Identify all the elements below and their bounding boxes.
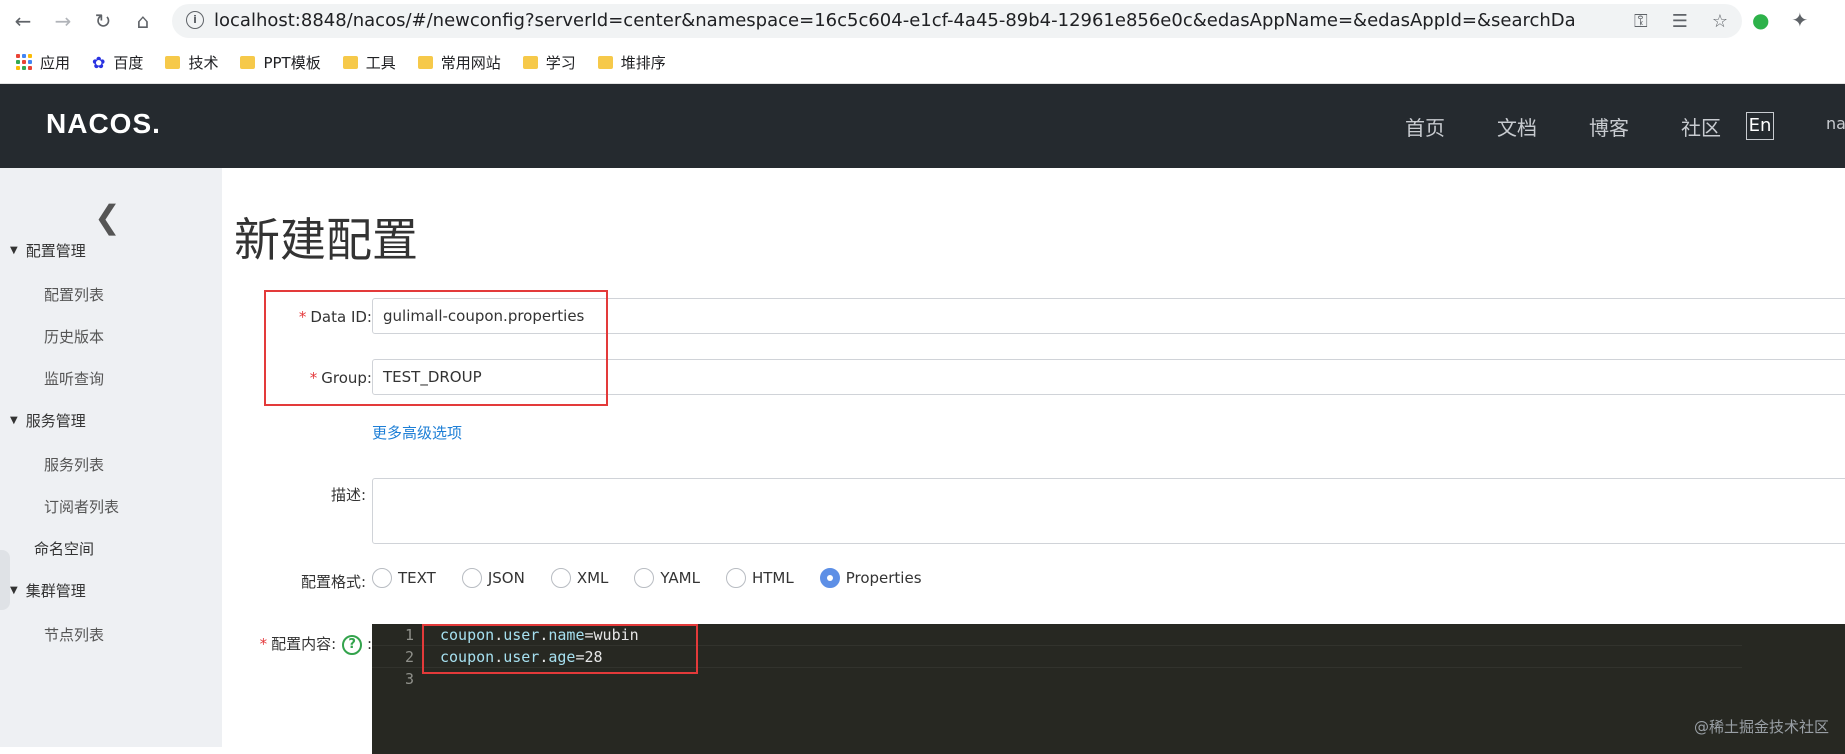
- bookmark-folder[interactable]: PPT模板: [240, 52, 321, 73]
- sidebar-group-label: 集群管理: [25, 582, 86, 600]
- sidebar-group-config[interactable]: ▼ 配置管理: [10, 240, 86, 261]
- format-label: 配置格式:: [300, 573, 366, 591]
- collapse-chevron-left-icon[interactable]: ❮: [94, 198, 121, 236]
- info-icon[interactable]: i: [186, 11, 204, 29]
- radio-circle[interactable]: [461, 568, 482, 588]
- format-radio-json[interactable]: JSON: [461, 568, 525, 588]
- app-header: NACOS. 首页 文档 博客 社区 En nac: [0, 84, 1845, 168]
- bookmarks-bar: 应用 ✿ 百度 技术 PPT模板 工具 常用网站 学习 堆排序: [0, 46, 666, 78]
- main-content: 新建配置 * Data ID: gulimall-coupon.propertie…: [222, 168, 1845, 754]
- sidebar: ❮ ▼ 配置管理 配置列表 历史版本 监听查询 ▼ 服务管理 服务列表 订阅者列…: [0, 168, 222, 747]
- code-editor[interactable]: 1 coupon.user.name=wubin 2 coupon.user.a…: [372, 624, 1845, 754]
- address-bar[interactable]: i localhost:8848/nacos/#/newconfig?serve…: [172, 4, 1742, 38]
- folder-icon: [240, 55, 256, 69]
- folder-icon: [417, 55, 433, 69]
- language-toggle-button[interactable]: En: [1746, 112, 1774, 140]
- sidebar-group-label: 配置管理: [25, 242, 86, 260]
- bookmark-folder[interactable]: 技术: [165, 52, 218, 73]
- highlight-box: [264, 290, 608, 406]
- sidebar-item-node-list[interactable]: 节点列表: [44, 624, 104, 645]
- format-radio-html[interactable]: HTML: [725, 568, 794, 588]
- nav-blog[interactable]: 博客: [1589, 112, 1629, 141]
- line-number: 2: [404, 648, 414, 666]
- browser-chrome: ← → ↻ ⌂ i localhost:8848/nacos/#/newconf…: [0, 0, 1845, 84]
- help-question-icon[interactable]: ?: [342, 634, 363, 655]
- sidebar-group-cluster[interactable]: ▼ 集群管理: [10, 580, 86, 601]
- sidebar-item-listener-query[interactable]: 监听查询: [44, 368, 104, 389]
- bookmark-label: 百度: [113, 53, 144, 72]
- forward-arrow-icon[interactable]: →: [48, 6, 78, 36]
- format-radio-text[interactable]: TEXT: [372, 568, 436, 588]
- top-nav: 首页 文档 博客 社区: [1405, 84, 1773, 168]
- bookmark-label: 堆排序: [620, 53, 666, 72]
- caret-down-icon: ▼: [10, 585, 18, 596]
- user-name[interactable]: nac: [1826, 114, 1845, 133]
- folder-icon: [597, 55, 613, 69]
- extensions-icon[interactable]: ✦: [1791, 8, 1808, 32]
- description-label: 描述:: [330, 486, 366, 504]
- format-radio-properties[interactable]: Properties: [819, 568, 922, 588]
- bookmark-label: 应用: [40, 53, 71, 72]
- sidebar-item-service-list[interactable]: 服务列表: [44, 454, 104, 475]
- folder-icon: [165, 55, 181, 69]
- line-number: 3: [404, 670, 414, 688]
- nav-community[interactable]: 社区: [1681, 112, 1721, 141]
- radio-circle[interactable]: [634, 568, 655, 588]
- format-radio-xml[interactable]: XML: [550, 568, 608, 588]
- home-icon[interactable]: ⌂: [128, 6, 158, 36]
- back-arrow-icon[interactable]: ←: [8, 6, 38, 36]
- highlight-box: [422, 624, 698, 674]
- sidebar-drag-handle[interactable]: [0, 550, 10, 610]
- nav-home[interactable]: 首页: [1405, 112, 1445, 141]
- page-title: 新建配置: [234, 213, 418, 267]
- sidebar-item-namespace[interactable]: 命名空间: [34, 538, 94, 559]
- radio-circle[interactable]: [550, 568, 571, 588]
- sidebar-group-label: 服务管理: [25, 412, 86, 430]
- radio-circle[interactable]: [372, 568, 392, 588]
- bookmark-folder[interactable]: 常用网站: [417, 52, 501, 73]
- caret-down-icon: ▼: [10, 245, 18, 256]
- format-radio-group: TEXT JSON XML YAML HTML Properties: [372, 568, 922, 588]
- reload-icon[interactable]: ↻: [88, 6, 118, 36]
- radio-circle[interactable]: [725, 568, 746, 588]
- bookmark-baidu[interactable]: ✿ 百度: [92, 52, 143, 73]
- key-icon[interactable]: ⚿: [1634, 11, 1648, 32]
- bookmark-folder[interactable]: 工具: [342, 52, 396, 73]
- radio-circle-selected[interactable]: [819, 568, 840, 588]
- sidebar-item-subscriber-list[interactable]: 订阅者列表: [44, 496, 119, 517]
- sidebar-group-service[interactable]: ▼ 服务管理: [10, 410, 86, 431]
- format-radio-yaml[interactable]: YAML: [634, 568, 700, 588]
- bookmark-folder[interactable]: 学习: [522, 52, 576, 73]
- nacos-logo[interactable]: NACOS.: [46, 108, 161, 140]
- apps-grid-icon: [16, 54, 32, 70]
- baidu-paw-icon: ✿: [92, 52, 106, 72]
- star-icon[interactable]: ☆: [1712, 11, 1728, 32]
- url-text[interactable]: localhost:8848/nacos/#/newconfig?serverI…: [214, 4, 1574, 38]
- line-number: 1: [404, 626, 414, 644]
- evernote-icon[interactable]: ●: [1752, 8, 1769, 32]
- bookmark-label: 技术: [188, 53, 219, 72]
- caret-down-icon: ▼: [10, 415, 18, 426]
- bookmark-label: PPT模板: [263, 53, 321, 72]
- more-advanced-options-link[interactable]: 更多高级选项: [372, 422, 462, 443]
- nav-docs[interactable]: 文档: [1497, 112, 1537, 141]
- sidebar-item-history[interactable]: 历史版本: [44, 326, 104, 347]
- bookmark-apps[interactable]: 应用: [16, 52, 70, 73]
- description-textarea[interactable]: [372, 478, 1845, 544]
- bookmark-label: 常用网站: [440, 53, 501, 72]
- translate-icon[interactable]: ☰: [1672, 11, 1688, 32]
- folder-icon: [522, 55, 538, 69]
- content-label: * 配置内容:? :: [259, 634, 372, 655]
- bookmark-folder[interactable]: 堆排序: [597, 52, 666, 73]
- sidebar-item-config-list[interactable]: 配置列表: [44, 284, 104, 305]
- folder-icon: [342, 55, 358, 69]
- bookmark-label: 学习: [545, 53, 576, 72]
- watermark: @稀土掘金技术社区: [1693, 718, 1829, 736]
- bookmark-label: 工具: [365, 53, 396, 72]
